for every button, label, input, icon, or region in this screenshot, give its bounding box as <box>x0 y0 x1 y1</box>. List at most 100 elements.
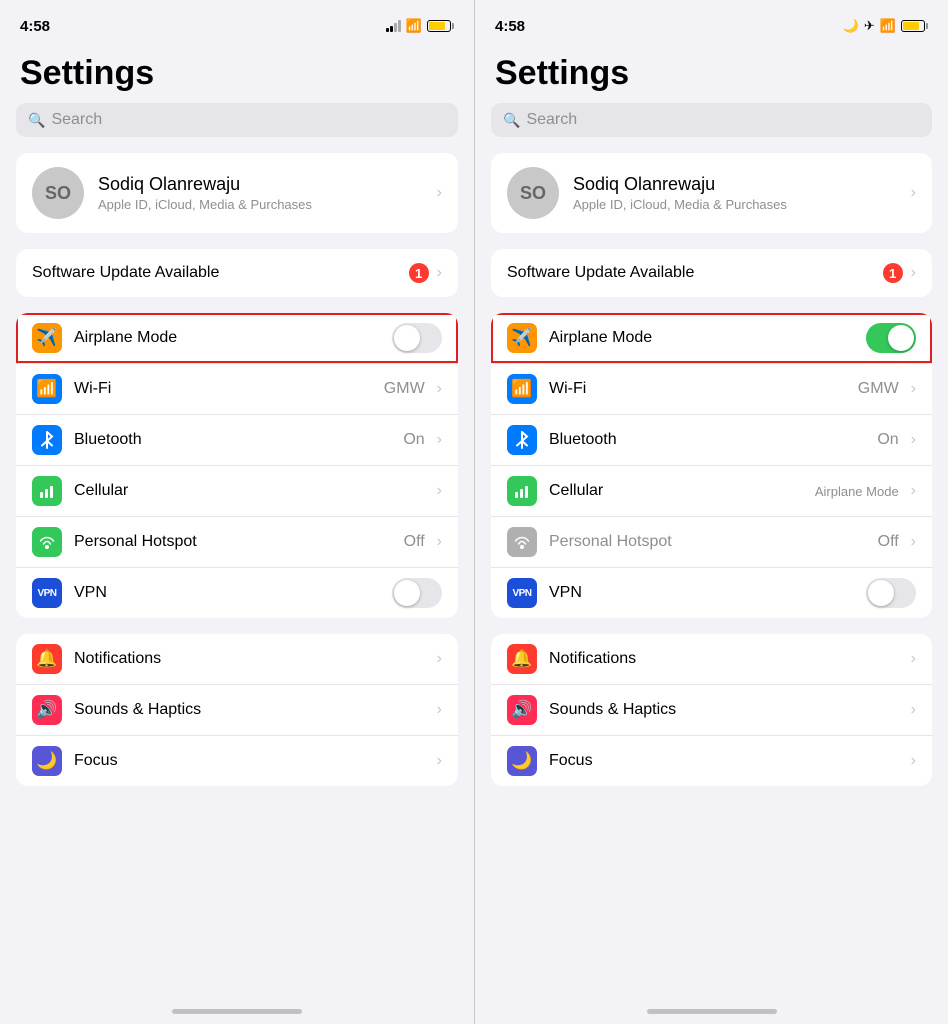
moon-icon-right: 🌙 <box>843 18 859 34</box>
focus-row-left[interactable]: 🌙 Focus › <box>16 735 458 786</box>
cellular-label-right: Cellular <box>549 482 803 500</box>
focus-label-left: Focus <box>74 752 425 770</box>
wifi-row-right[interactable]: 📶 Wi-Fi GMW › <box>491 363 932 414</box>
update-right-left: 1 › <box>409 263 442 283</box>
sounds-icon-right: 🔊 <box>507 695 537 725</box>
battery-icon-left <box>427 20 454 32</box>
sounds-chevron-right: › <box>911 701 916 719</box>
notifications-chevron-left: › <box>437 650 442 668</box>
vpn-row-icon-right: VPN <box>507 578 537 608</box>
notifications-row-left[interactable]: 🔔 Notifications › <box>16 634 458 684</box>
profile-chevron-left: › <box>437 184 442 202</box>
vpn-row-right[interactable]: VPN VPN <box>491 567 932 618</box>
status-time-left: 4:58 <box>20 18 50 35</box>
sounds-row-left[interactable]: 🔊 Sounds & Haptics › <box>16 684 458 735</box>
profile-card-right[interactable]: SO Sodiq Olanrewaju Apple ID, iCloud, Me… <box>491 153 932 233</box>
vpn-label-left: VPN <box>74 584 380 602</box>
airplane-mode-toggle-left[interactable] <box>392 323 442 353</box>
cellular-chevron-left: › <box>437 482 442 500</box>
notifications-group-right: 🔔 Notifications › 🔊 Sounds & Haptics › 🌙… <box>491 634 932 786</box>
settings-content-right: Settings 🔍 Search SO Sodiq Olanrewaju Ap… <box>475 44 948 1003</box>
cellular-row-icon-left <box>32 476 62 506</box>
cellular-row-left[interactable]: Cellular › <box>16 465 458 516</box>
update-chevron-right: › <box>911 264 916 282</box>
vpn-row-left[interactable]: VPN VPN <box>16 567 458 618</box>
status-bar-left: 4:58 📶 <box>0 0 474 44</box>
airplane-mode-row-left[interactable]: ✈️ Airplane Mode <box>16 313 458 363</box>
cellular-chevron-right: › <box>911 482 916 500</box>
left-panel: 4:58 📶 Settings 🔍 Search SO Sodiq Ol <box>0 0 474 1024</box>
home-indicator-left <box>0 1003 474 1024</box>
profile-name-right: Sodiq Olanrewaju <box>573 174 897 195</box>
update-chevron-left: › <box>437 264 442 282</box>
sounds-chevron-left: › <box>437 701 442 719</box>
focus-chevron-left: › <box>437 752 442 770</box>
search-bar-right[interactable]: 🔍 Search <box>491 103 932 137</box>
cellular-label-left: Cellular <box>74 482 425 500</box>
search-placeholder-left: Search <box>51 111 102 129</box>
airplane-mode-icon-right: ✈️ <box>507 323 537 353</box>
avatar-left: SO <box>32 167 84 219</box>
profile-subtitle-left: Apple ID, iCloud, Media & Purchases <box>98 197 423 212</box>
vpn-toggle-right[interactable] <box>866 578 916 608</box>
wifi-label-left: Wi-Fi <box>74 380 372 398</box>
hotspot-chevron-right: › <box>911 533 916 551</box>
vpn-toggle-left[interactable] <box>392 578 442 608</box>
search-bar-left[interactable]: 🔍 Search <box>16 103 458 137</box>
update-card-left[interactable]: Software Update Available 1 › <box>16 249 458 297</box>
profile-info-right: Sodiq Olanrewaju Apple ID, iCloud, Media… <box>573 174 897 212</box>
bluetooth-label-left: Bluetooth <box>74 431 391 449</box>
status-icons-left: 📶 <box>386 18 454 34</box>
connectivity-group-left: ✈️ Airplane Mode 📶 Wi-Fi GMW › Bluetooth <box>16 313 458 618</box>
search-placeholder-right: Search <box>526 111 577 129</box>
cellular-row-icon-right <box>507 476 537 506</box>
wifi-label-right: Wi-Fi <box>549 380 846 398</box>
hotspot-value-left: Off <box>404 533 425 551</box>
airplane-mode-label-left: Airplane Mode <box>74 329 380 347</box>
profile-card-left[interactable]: SO Sodiq Olanrewaju Apple ID, iCloud, Me… <box>16 153 458 233</box>
cellular-value-right: Airplane Mode <box>815 484 899 499</box>
vpn-row-icon-left: VPN <box>32 578 62 608</box>
hotspot-row-icon-left <box>32 527 62 557</box>
update-right-right: 1 › <box>883 263 916 283</box>
search-icon-left: 🔍 <box>28 112 45 129</box>
focus-row-right[interactable]: 🌙 Focus › <box>491 735 932 786</box>
wifi-icon-right: 📶 <box>880 18 896 34</box>
settings-content-left: Settings 🔍 Search SO Sodiq Olanrewaju Ap… <box>0 44 474 1003</box>
bluetooth-value-left: On <box>403 431 424 449</box>
profile-chevron-right: › <box>911 184 916 202</box>
profile-name-left: Sodiq Olanrewaju <box>98 174 423 195</box>
focus-icon-left: 🌙 <box>32 746 62 776</box>
bluetooth-chevron-left: › <box>437 431 442 449</box>
notifications-group-left: 🔔 Notifications › 🔊 Sounds & Haptics › 🌙… <box>16 634 458 786</box>
airplane-mode-icon-left: ✈️ <box>32 323 62 353</box>
settings-title-right: Settings <box>475 44 948 103</box>
sounds-row-right[interactable]: 🔊 Sounds & Haptics › <box>491 684 932 735</box>
wifi-row-left[interactable]: 📶 Wi-Fi GMW › <box>16 363 458 414</box>
wifi-row-icon-right: 📶 <box>507 374 537 404</box>
focus-chevron-right: › <box>911 752 916 770</box>
airplane-mode-label-right: Airplane Mode <box>549 329 854 347</box>
update-label-left: Software Update Available <box>32 264 219 282</box>
battery-icon-right <box>901 20 928 32</box>
hotspot-label-right: Personal Hotspot <box>549 533 866 551</box>
hotspot-chevron-left: › <box>437 533 442 551</box>
update-card-right[interactable]: Software Update Available 1 › <box>491 249 932 297</box>
notifications-row-right[interactable]: 🔔 Notifications › <box>491 634 932 684</box>
bluetooth-row-right[interactable]: Bluetooth On › <box>491 414 932 465</box>
wifi-icon-left: 📶 <box>406 18 422 34</box>
hotspot-row-left[interactable]: Personal Hotspot Off › <box>16 516 458 567</box>
sounds-icon-left: 🔊 <box>32 695 62 725</box>
cellular-row-right[interactable]: Cellular Airplane Mode › <box>491 465 932 516</box>
airplane-mode-toggle-right[interactable] <box>866 323 916 353</box>
avatar-right: SO <box>507 167 559 219</box>
vpn-label-right: VPN <box>549 584 854 602</box>
airplane-mode-row-right[interactable]: ✈️ Airplane Mode <box>491 313 932 363</box>
notifications-icon-right: 🔔 <box>507 644 537 674</box>
wifi-chevron-right: › <box>911 380 916 398</box>
sounds-label-left: Sounds & Haptics <box>74 701 425 719</box>
bluetooth-row-icon-right <box>507 425 537 455</box>
hotspot-row-right[interactable]: Personal Hotspot Off › <box>491 516 932 567</box>
bluetooth-row-left[interactable]: Bluetooth On › <box>16 414 458 465</box>
hotspot-row-icon-right <box>507 527 537 557</box>
